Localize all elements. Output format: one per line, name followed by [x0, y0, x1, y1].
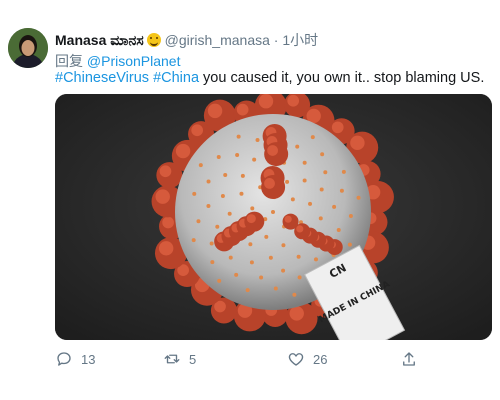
retweet-button[interactable]: 5	[163, 350, 196, 368]
surface-dot	[236, 134, 241, 139]
surface-dot	[320, 152, 325, 157]
tweet-actions: 13 5 26	[55, 350, 492, 370]
reply-count: 13	[81, 351, 96, 367]
surface-dot	[206, 179, 211, 184]
reply-button[interactable]: 13	[55, 350, 95, 368]
surface-dot	[264, 234, 269, 239]
surface-dot	[245, 288, 250, 293]
tweet-timestamp[interactable]: 1小时	[282, 32, 318, 48]
surface-dot	[228, 255, 233, 260]
surface-dot	[234, 272, 239, 277]
surface-dot	[302, 178, 307, 183]
surface-dot	[271, 210, 275, 214]
surface-dot	[239, 191, 244, 196]
avatar[interactable]	[8, 28, 48, 68]
tweet-media-image[interactable]: CN MADE IN CHINA	[55, 94, 492, 340]
heart-icon	[288, 353, 304, 366]
surface-dot	[308, 201, 313, 206]
surface-dot	[292, 292, 297, 297]
surface-dot	[198, 163, 203, 168]
spike-protein	[294, 223, 311, 240]
spike-protein	[261, 175, 286, 200]
avatar-image	[8, 28, 48, 68]
surface-dot	[348, 213, 353, 218]
surface-dot	[252, 157, 257, 162]
surface-dot	[191, 238, 196, 243]
hashtag-link[interactable]: #China	[153, 70, 199, 86]
reply-icon	[57, 352, 71, 366]
surface-dot	[255, 138, 260, 143]
surface-dot	[347, 242, 352, 247]
surface-dot	[302, 160, 307, 165]
surface-dot	[235, 153, 240, 158]
share-button[interactable]	[400, 350, 426, 368]
like-button[interactable]: 26	[287, 350, 327, 368]
surface-dot	[220, 194, 225, 199]
surface-dot	[290, 197, 295, 202]
author-name[interactable]: Manasa ಮಾನಸ	[55, 32, 144, 48]
surface-dot	[259, 275, 264, 280]
surface-dot	[248, 242, 253, 247]
surface-dot	[336, 228, 341, 233]
surface-dot	[341, 169, 346, 174]
surface-dot	[227, 211, 232, 216]
author-handle[interactable]: @girish_manasa	[165, 32, 270, 48]
surface-dot	[281, 243, 286, 248]
surface-dot	[318, 216, 323, 221]
surface-dot	[356, 195, 361, 200]
like-count: 26	[313, 351, 328, 367]
spike-protein	[244, 211, 265, 232]
surface-dot	[297, 275, 302, 280]
tweet-header: Manasa ಮಾನಸ @girish_manasa · 1小时	[55, 30, 318, 50]
hashtag-link[interactable]: #ChineseVirus	[55, 70, 149, 86]
reply-mention-link[interactable]: @PrisonPlanet	[87, 53, 181, 69]
surface-dot	[210, 260, 215, 265]
share-icon	[403, 352, 415, 366]
surface-dot	[206, 204, 211, 209]
surface-dot	[209, 241, 214, 246]
surface-dot	[250, 206, 255, 211]
surface-dot	[249, 260, 254, 265]
reply-prefix: 回复	[55, 53, 83, 69]
surface-dot	[196, 219, 201, 224]
surface-dot	[332, 204, 337, 209]
surface-dot	[313, 257, 318, 262]
surface-dot	[217, 278, 222, 283]
surface-dot	[319, 187, 324, 192]
surface-dot	[339, 188, 344, 193]
retweet-count: 5	[189, 351, 197, 367]
reply-context: 回复 @PrisonPlanet	[55, 51, 180, 71]
surface-dot	[310, 135, 315, 140]
surface-dot	[240, 173, 245, 178]
surface-dot	[192, 191, 197, 196]
surface-dot	[216, 154, 221, 159]
separator-dot: ·	[273, 32, 279, 48]
spike-protein	[264, 142, 289, 167]
virus-illustration: CN MADE IN CHINA	[55, 94, 492, 340]
tweet-text: #ChineseVirus #China you caused it, you …	[55, 70, 484, 86]
surface-dot	[273, 286, 278, 291]
surface-dot	[295, 144, 300, 149]
surface-dot	[268, 255, 273, 260]
surface-dot	[323, 170, 328, 175]
surface-dot	[281, 268, 286, 273]
retweet-icon	[164, 354, 180, 364]
surface-dot	[285, 179, 290, 184]
tweet-body-text: you caused it, you own it.. stop blaming…	[199, 70, 485, 86]
tweet-card: Manasa ಮಾನಸ @girish_manasa · 1小时 回复 @Pri…	[0, 0, 500, 400]
grinning-face-emoji-icon	[146, 33, 161, 47]
surface-dot	[223, 173, 228, 178]
surface-dot	[296, 254, 301, 259]
surface-dot	[215, 224, 220, 229]
